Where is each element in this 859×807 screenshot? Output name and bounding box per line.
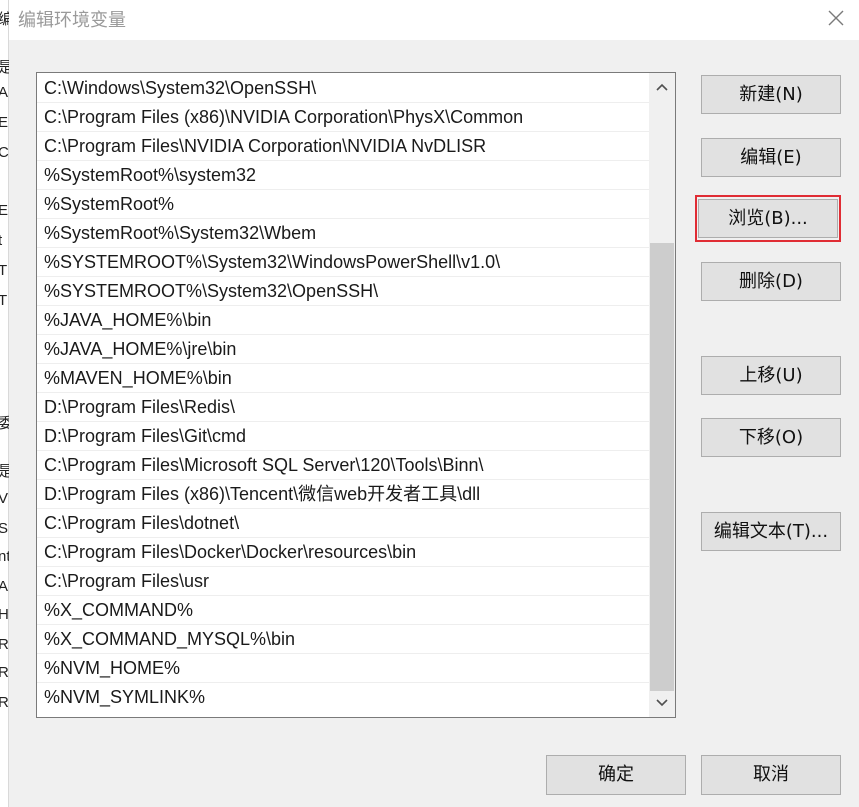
list-item[interactable]: C:\Windows\System32\OpenSSH\: [37, 74, 649, 103]
list-item[interactable]: D:\Program Files (x86)\Tencent\微信web开发者工…: [37, 480, 649, 509]
bg-char: H: [0, 606, 9, 623]
list-item[interactable]: %SYSTEMROOT%\System32\OpenSSH\: [37, 277, 649, 306]
bg-char: E: [0, 202, 9, 219]
bg-char: t: [0, 232, 3, 249]
list-item[interactable]: C:\Program Files (x86)\NVIDIA Corporatio…: [37, 103, 649, 132]
list-item[interactable]: %SystemRoot%\system32: [37, 161, 649, 190]
list-item[interactable]: %MAVEN_HOME%\bin: [37, 364, 649, 393]
chevron-up-icon: [656, 83, 668, 91]
list-item[interactable]: %JAVA_HOME%\jre\bin: [37, 335, 649, 364]
bg-char: A: [0, 578, 9, 595]
close-button[interactable]: [819, 2, 853, 34]
bg-char: R: [0, 664, 9, 681]
bg-char: R: [0, 636, 9, 653]
list-item[interactable]: C:\Program Files\NVIDIA Corporation\NVID…: [37, 132, 649, 161]
list-item[interactable]: %X_COMMAND%: [37, 596, 649, 625]
list-item[interactable]: D:\Program Files\Redis\: [37, 393, 649, 422]
path-list[interactable]: C:\Windows\System32\OpenSSH\ C:\Program …: [36, 72, 676, 718]
edit-button[interactable]: 编辑(E): [701, 138, 841, 177]
bg-char: C: [0, 144, 9, 161]
edit-text-button[interactable]: 编辑文本(T)...: [701, 512, 841, 551]
list-item[interactable]: C:\Program Files\dotnet\: [37, 509, 649, 538]
bg-char: T: [0, 292, 8, 309]
chevron-down-icon: [656, 699, 668, 707]
bg-char: S: [0, 520, 9, 537]
delete-button[interactable]: 删除(D): [701, 262, 841, 301]
list-item[interactable]: %NVM_HOME%: [37, 654, 649, 683]
browse-button[interactable]: 浏览(B)...: [698, 199, 838, 238]
path-rows: C:\Windows\System32\OpenSSH\ C:\Program …: [37, 74, 649, 712]
vertical-scrollbar[interactable]: [649, 73, 675, 717]
list-item[interactable]: C:\Program Files\usr: [37, 567, 649, 596]
move-down-button[interactable]: 下移(O): [701, 418, 841, 457]
list-item[interactable]: D:\Program Files\Git\cmd: [37, 422, 649, 451]
list-item[interactable]: %NVM_SYMLINK%: [37, 683, 649, 712]
bg-char: A: [0, 84, 9, 101]
scrollbar-thumb[interactable]: [650, 243, 674, 691]
dialog-title: 编辑环境变量: [18, 10, 126, 31]
background-window-edge: 编 是 A E C E t T T 委 是 V S nt A H R R R: [0, 0, 13, 807]
move-up-button[interactable]: 上移(U): [701, 356, 841, 395]
bg-char: T: [0, 262, 8, 279]
scroll-down-button[interactable]: [649, 689, 675, 717]
new-button[interactable]: 新建(N): [701, 75, 841, 114]
list-item[interactable]: C:\Program Files\Microsoft SQL Server\12…: [37, 451, 649, 480]
scroll-up-button[interactable]: [649, 73, 675, 101]
edit-env-var-dialog: 编辑环境变量 C:\Windows\System32\OpenSSH\ C:\P…: [9, 0, 859, 807]
bg-char: R: [0, 694, 9, 711]
list-item[interactable]: %X_COMMAND_MYSQL%\bin: [37, 625, 649, 654]
list-item[interactable]: %JAVA_HOME%\bin: [37, 306, 649, 335]
close-icon: [828, 10, 844, 26]
screen: 编 是 A E C E t T T 委 是 V S nt A H R R R 编…: [0, 0, 859, 807]
bg-char: V: [0, 490, 9, 507]
list-item[interactable]: %SYSTEMROOT%\System32\WindowsPowerShell\…: [37, 248, 649, 277]
cancel-button[interactable]: 取消: [701, 755, 841, 795]
ok-button[interactable]: 确定: [546, 755, 686, 795]
title-bar[interactable]: 编辑环境变量: [9, 0, 859, 40]
list-item[interactable]: %SystemRoot%: [37, 190, 649, 219]
list-item[interactable]: %SystemRoot%\System32\Wbem: [37, 219, 649, 248]
bg-char: E: [0, 114, 9, 131]
list-item[interactable]: C:\Program Files\Docker\Docker\resources…: [37, 538, 649, 567]
